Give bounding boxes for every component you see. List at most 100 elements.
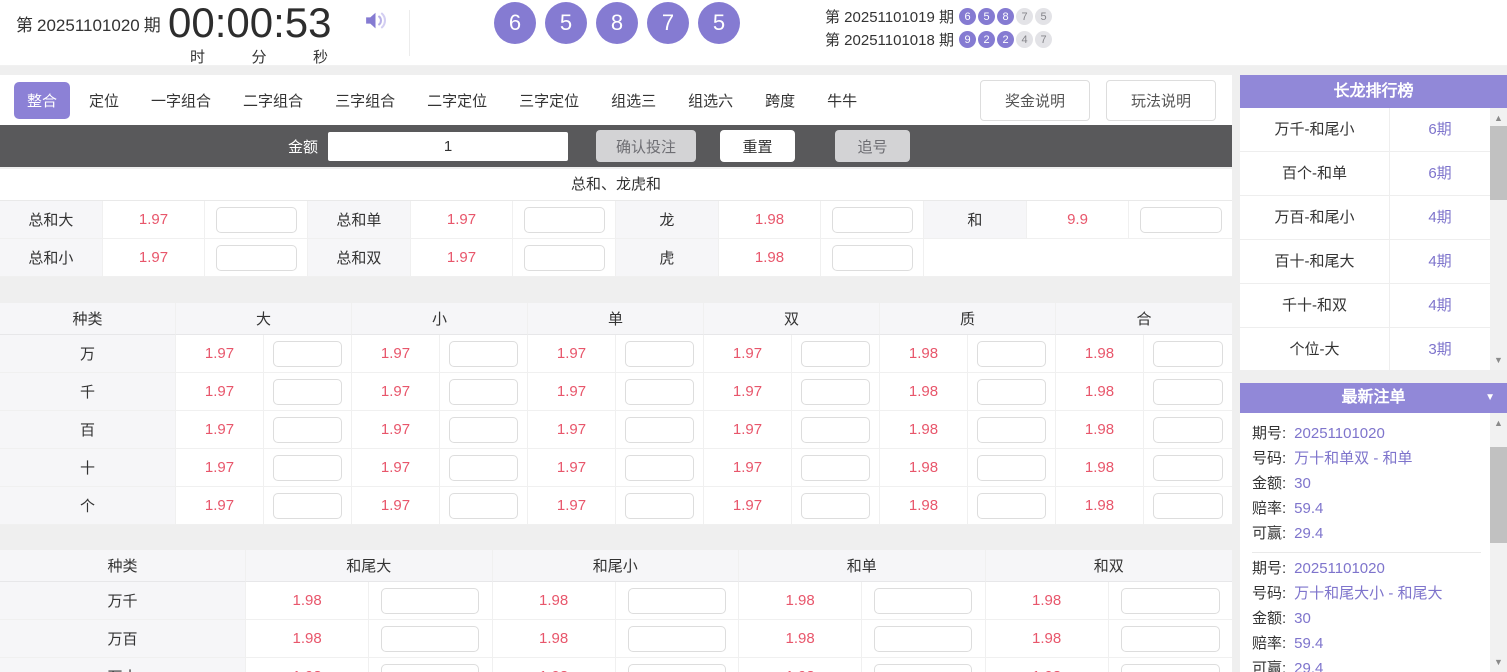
bet-input[interactable] — [977, 341, 1047, 367]
bet-input[interactable] — [273, 417, 343, 443]
bet-input[interactable] — [801, 341, 871, 367]
bet-input[interactable] — [628, 588, 726, 614]
bet-input[interactable] — [625, 493, 695, 519]
amount-input[interactable] — [328, 132, 568, 161]
dragon-ranking-row[interactable]: 个位-大3期 — [1240, 328, 1507, 370]
collapse-caret-icon[interactable]: ▼ — [1485, 383, 1495, 413]
odds-value: 1.97 — [176, 487, 264, 525]
bet-input[interactable] — [1153, 417, 1223, 443]
scroll-up-icon[interactable]: ▲ — [1490, 415, 1507, 431]
bet-input[interactable] — [625, 379, 695, 405]
bet-input[interactable] — [801, 417, 871, 443]
dragon-ranking-row[interactable]: 万百-和尾小4期 — [1240, 196, 1507, 240]
bet-input[interactable] — [1121, 588, 1220, 614]
odds-value: 9.9 — [1027, 201, 1130, 239]
column-header: 质 — [880, 303, 1056, 335]
bet-input[interactable] — [832, 245, 913, 271]
rules-info-button[interactable]: 玩法说明 — [1106, 80, 1216, 121]
bet-cell — [616, 620, 739, 658]
bet-cell — [1144, 373, 1232, 411]
bet-input[interactable] — [524, 245, 605, 271]
bet-input[interactable] — [216, 245, 297, 271]
bet-field-value: 59.4 — [1294, 496, 1323, 521]
bet-input[interactable] — [524, 207, 605, 233]
tab-组选三[interactable]: 组选三 — [598, 82, 669, 119]
bet-input[interactable] — [449, 493, 519, 519]
tab-二字定位[interactable]: 二字定位 — [414, 82, 500, 119]
tab-三字定位[interactable]: 三字定位 — [506, 82, 592, 119]
odds-value: 1.98 — [1056, 335, 1144, 373]
bet-cell — [1109, 582, 1232, 620]
bet-input[interactable] — [381, 664, 479, 672]
scroll-thumb[interactable] — [1490, 126, 1507, 200]
reset-button[interactable]: 重置 — [720, 130, 795, 162]
bet-field-value: 30 — [1294, 471, 1311, 496]
dragon-ranking-row[interactable]: 万千-和尾小6期 — [1240, 108, 1507, 152]
bet-input[interactable] — [449, 379, 519, 405]
timer-unit-label: 时 — [190, 46, 205, 67]
latest-bets-scrollbar[interactable]: ▲ ▼ — [1490, 413, 1507, 672]
scroll-up-icon[interactable]: ▲ — [1490, 110, 1507, 126]
dragon-ranking-row[interactable]: 千十-和双4期 — [1240, 284, 1507, 328]
bet-cell — [1144, 335, 1232, 373]
prize-info-button[interactable]: 奖金说明 — [980, 80, 1090, 121]
bet-input[interactable] — [1153, 493, 1223, 519]
bet-input[interactable] — [1121, 626, 1220, 652]
bet-input[interactable] — [273, 341, 343, 367]
bet-input[interactable] — [977, 379, 1047, 405]
tab-二字组合[interactable]: 二字组合 — [230, 82, 316, 119]
tab-一字组合[interactable]: 一字组合 — [138, 82, 224, 119]
bet-input[interactable] — [977, 493, 1047, 519]
bet-input[interactable] — [381, 588, 479, 614]
bet-input[interactable] — [625, 341, 695, 367]
bet-input[interactable] — [977, 417, 1047, 443]
bet-input[interactable] — [625, 417, 695, 443]
dragon-ranking-row[interactable]: 百十-和尾大4期 — [1240, 240, 1507, 284]
sidebar: 长龙排行榜 万千-和尾小6期百个-和单6期万百-和尾小4期百十-和尾大4期千十-… — [1240, 66, 1507, 672]
bet-input[interactable] — [1121, 664, 1220, 672]
bet-input[interactable] — [628, 626, 726, 652]
bet-input[interactable] — [273, 379, 343, 405]
bet-input[interactable] — [832, 207, 913, 233]
confirm-bet-button[interactable]: 确认投注 — [596, 130, 696, 162]
bet-input[interactable] — [801, 493, 871, 519]
bet-input[interactable] — [801, 455, 871, 481]
dragon-scrollbar[interactable]: ▲ ▼ — [1490, 108, 1507, 370]
scroll-down-icon[interactable]: ▼ — [1490, 352, 1507, 368]
bet-cell — [792, 373, 880, 411]
bet-input[interactable] — [874, 626, 972, 652]
odds-value: 1.97 — [528, 411, 616, 449]
bet-input[interactable] — [449, 417, 519, 443]
bet-input[interactable] — [216, 207, 297, 233]
scroll-down-icon[interactable]: ▼ — [1490, 654, 1507, 670]
speaker-icon[interactable] — [362, 8, 389, 38]
bet-cell — [369, 658, 492, 672]
bet-input[interactable] — [1153, 379, 1223, 405]
table-header-row: 种类和尾大和尾小和单和双 — [0, 550, 1232, 582]
bet-input[interactable] — [273, 455, 343, 481]
bet-input[interactable] — [1153, 341, 1223, 367]
scroll-thumb[interactable] — [1490, 447, 1507, 543]
countdown-timer: 00:00:53 — [168, 0, 332, 48]
bet-input[interactable] — [449, 341, 519, 367]
bet-input[interactable] — [273, 493, 343, 519]
bet-input[interactable] — [977, 455, 1047, 481]
bet-input[interactable] — [449, 455, 519, 481]
tab-组选六[interactable]: 组选六 — [675, 82, 746, 119]
tab-三字组合[interactable]: 三字组合 — [322, 82, 408, 119]
bet-input[interactable] — [381, 626, 479, 652]
bet-input[interactable] — [1140, 207, 1222, 233]
bet-input[interactable] — [874, 588, 972, 614]
bet-input[interactable] — [1153, 455, 1223, 481]
tab-跨度[interactable]: 跨度 — [752, 82, 808, 119]
tab-牛牛[interactable]: 牛牛 — [814, 82, 870, 119]
chase-number-button[interactable]: 追号 — [835, 130, 910, 162]
bet-input[interactable] — [801, 379, 871, 405]
tab-整合[interactable]: 整合 — [14, 82, 70, 119]
tab-定位[interactable]: 定位 — [76, 82, 132, 119]
bet-cell — [205, 239, 308, 277]
bet-input[interactable] — [625, 455, 695, 481]
bet-input[interactable] — [874, 664, 972, 672]
dragon-ranking-row[interactable]: 百个-和单6期 — [1240, 152, 1507, 196]
bet-input[interactable] — [628, 664, 726, 672]
